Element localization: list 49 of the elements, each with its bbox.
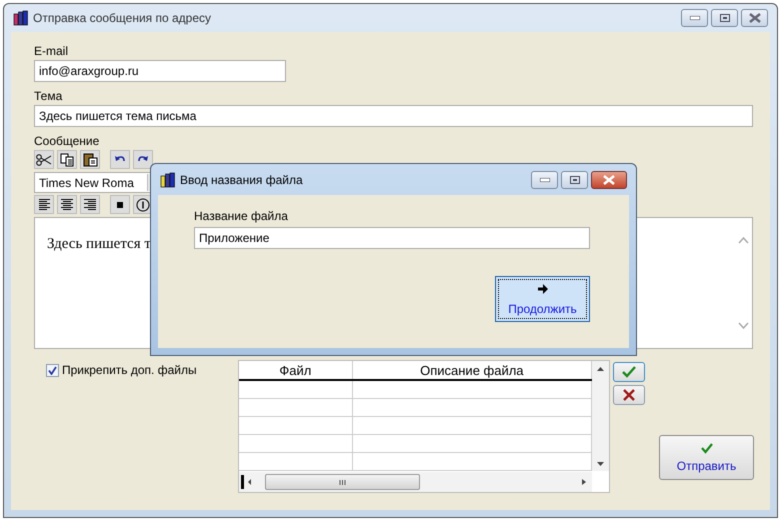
bullet-list-icon[interactable]: [110, 195, 130, 214]
window-title: Отправка сообщения по адресу: [33, 11, 212, 25]
align-center-icon[interactable]: [57, 195, 77, 214]
minimize-button[interactable]: [531, 170, 558, 188]
checkbox-label: Прикрепить доп. файлы: [62, 363, 197, 377]
align-left-icon[interactable]: [34, 195, 54, 214]
close-icon: [748, 13, 760, 23]
subject-field[interactable]: Здесь пишется тема письма: [34, 105, 753, 127]
minimize-icon: [690, 16, 700, 20]
maximize-icon: [570, 176, 580, 184]
align-right-icon[interactable]: [80, 195, 100, 214]
checkmark-icon: [700, 442, 712, 454]
books-icon: [160, 172, 176, 188]
dialog-title: Ввод названия файла: [180, 172, 303, 186]
maximize-button[interactable]: [561, 170, 588, 188]
files-table[interactable]: Файл Описание файла: [238, 360, 610, 493]
paste-icon[interactable]: [80, 150, 100, 169]
close-button[interactable]: [591, 170, 627, 188]
email-field[interactable]: info@araxgroup.ru: [34, 60, 286, 82]
delete-button[interactable]: [613, 385, 645, 405]
minimize-icon: [540, 178, 550, 182]
undo-icon[interactable]: [110, 150, 130, 169]
copy-icon[interactable]: [57, 150, 77, 169]
arrow-icon: [536, 282, 548, 294]
cross-icon: [623, 389, 635, 401]
column-header[interactable]: Файл: [239, 361, 353, 379]
attach-checkbox[interactable]: [46, 364, 59, 376]
send-button[interactable]: Отправить: [659, 435, 754, 480]
field-label: E-mail: [34, 44, 68, 58]
continue-button[interactable]: Продолжить: [495, 276, 590, 322]
maximize-icon: [720, 14, 730, 22]
books-icon: [13, 10, 29, 26]
close-icon: [603, 174, 615, 184]
checkmark-icon: [622, 366, 636, 378]
cut-icon[interactable]: [34, 150, 54, 169]
minimize-button[interactable]: [681, 9, 708, 27]
close-button[interactable]: [741, 9, 768, 27]
vertical-scrollbar[interactable]: [592, 361, 609, 471]
field-label: Сообщение: [34, 134, 100, 148]
scroll-thumb[interactable]: [265, 474, 420, 490]
file-name-field[interactable]: Приложение: [194, 227, 590, 249]
scroll-right-icon[interactable]: [580, 478, 588, 486]
field-label: Тема: [34, 89, 62, 103]
confirm-button[interactable]: [613, 362, 645, 382]
horizontal-scrollbar[interactable]: [239, 472, 592, 492]
grip-icon: [339, 480, 346, 484]
maximize-button[interactable]: [711, 9, 738, 27]
redo-icon[interactable]: [133, 150, 153, 169]
field-label: Название файла: [194, 209, 288, 223]
